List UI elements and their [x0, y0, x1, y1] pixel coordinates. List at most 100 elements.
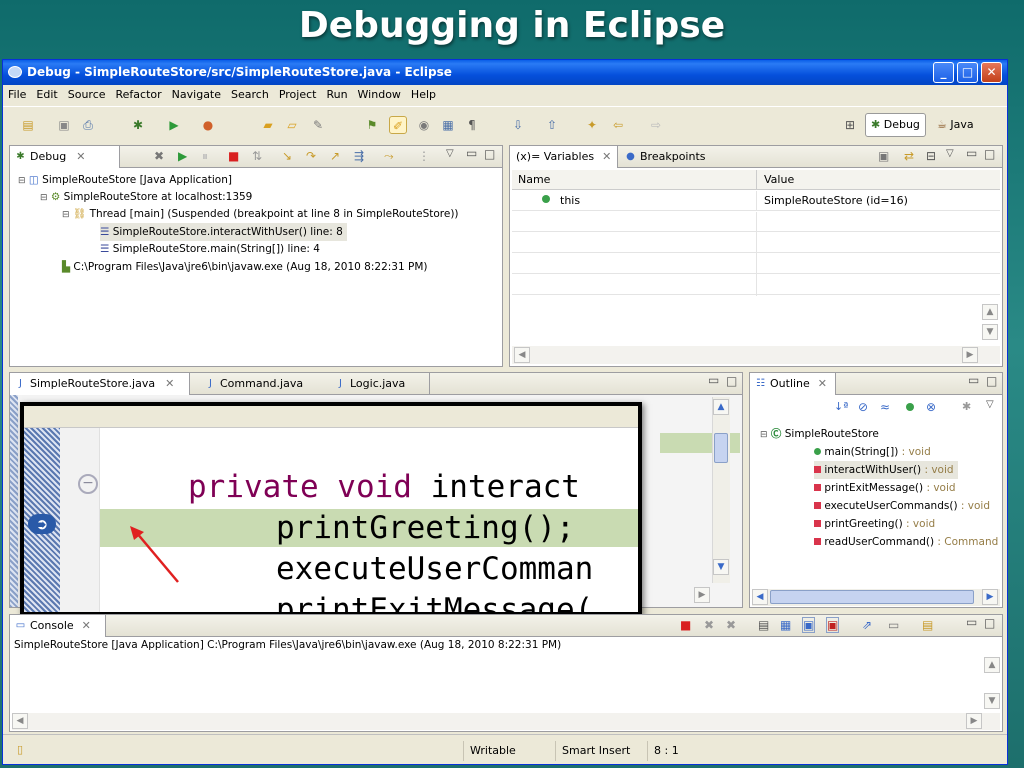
- step-over-icon[interactable]: ↷: [306, 149, 316, 163]
- tab-command-java[interactable]: J Command.java: [200, 373, 320, 395]
- hide-fields-icon[interactable]: ⊘: [858, 400, 868, 414]
- debug-view-icon[interactable]: ◉: [415, 116, 433, 134]
- tree-node-vm[interactable]: ⊟ ⚙ SimpleRouteStore at localhost:1359: [40, 188, 252, 206]
- close-tab-icon[interactable]: ✕: [602, 150, 611, 163]
- scroll-down-icon[interactable]: ▼: [713, 559, 729, 575]
- task-icon[interactable]: ⚑: [363, 116, 381, 134]
- col-name-header[interactable]: Name: [518, 173, 550, 186]
- remove-all-icon[interactable]: ✖: [726, 618, 736, 632]
- maximize-view-icon[interactable]: □: [726, 374, 737, 388]
- new-icon[interactable]: ▤: [19, 116, 37, 134]
- step-filters-icon[interactable]: ⤳: [384, 149, 394, 164]
- tab-variables[interactable]: (x)= Variables ✕: [510, 146, 618, 168]
- suspend-icon[interactable]: ⏸: [202, 149, 208, 164]
- horizontal-scrollbar[interactable]: ◀ ▶: [512, 346, 1000, 364]
- fold-icon[interactable]: −: [78, 474, 98, 494]
- collapse-all-icon[interactable]: ⊟: [926, 149, 936, 163]
- run-icon[interactable]: ▶: [165, 116, 183, 134]
- collapse-icon[interactable]: ⊟: [760, 430, 768, 440]
- scroll-up-icon[interactable]: ▲: [713, 399, 729, 415]
- maximize-view-icon[interactable]: □: [986, 374, 997, 388]
- debug-icon[interactable]: ✱: [129, 116, 147, 134]
- minimize-view-icon[interactable]: ▭: [966, 146, 977, 160]
- view-menu-icon[interactable]: ▽: [446, 148, 454, 159]
- col-value-header[interactable]: Value: [764, 173, 794, 186]
- scroll-right-icon[interactable]: ▶: [966, 713, 982, 729]
- minimize-view-icon[interactable]: ▭: [968, 373, 979, 387]
- tab-debug[interactable]: ✱ Debug ✕: [10, 146, 120, 168]
- scroll-right-icon[interactable]: ▶: [962, 347, 978, 363]
- open-type-icon[interactable]: ▱: [283, 116, 301, 134]
- minimize-view-icon[interactable]: ▭: [708, 373, 719, 387]
- collapse-icon[interactable]: ⊟: [18, 176, 26, 186]
- external-tools-icon[interactable]: ●: [199, 116, 217, 134]
- close-tab-icon[interactable]: ✕: [165, 377, 174, 390]
- menu-navigate[interactable]: Navigate: [167, 85, 226, 105]
- outline-method[interactable]: main(String[]) : void: [814, 443, 931, 461]
- tab-breakpoints[interactable]: ● Breakpoints: [620, 146, 716, 168]
- pin-console-icon[interactable]: ⇗: [862, 618, 872, 632]
- scroll-down-icon[interactable]: ▼: [982, 324, 998, 340]
- hide-nonpublic-icon[interactable]: [906, 401, 914, 414]
- collapse-icon[interactable]: ⊟: [40, 193, 48, 203]
- remove-launch-icon[interactable]: ✖: [704, 618, 714, 632]
- forward-icon[interactable]: ⇨: [647, 116, 665, 134]
- tree-node-thread[interactable]: ⊟ ⛓ Thread [main] (Suspended (breakpoint…: [62, 205, 459, 223]
- view-menu-icon[interactable]: ▽: [946, 148, 954, 159]
- scroll-thumb[interactable]: [770, 590, 974, 604]
- threads-icon[interactable]: ⋮: [418, 149, 430, 163]
- menu-file[interactable]: File: [3, 85, 31, 105]
- menu-run[interactable]: Run: [321, 85, 352, 105]
- print-icon[interactable]: ⎙: [79, 116, 97, 134]
- close-tab-icon[interactable]: ✕: [82, 619, 91, 632]
- open-console-icon[interactable]: ▤: [922, 618, 933, 632]
- close-tab-icon[interactable]: ✕: [818, 377, 827, 390]
- minimize-view-icon[interactable]: ▭: [966, 615, 977, 629]
- outline-method[interactable]: printGreeting() : void: [814, 515, 935, 533]
- save-icon[interactable]: ▣: [55, 116, 73, 134]
- menu-project[interactable]: Project: [274, 85, 322, 105]
- clear-console-icon[interactable]: ▤: [758, 618, 769, 632]
- scroll-left-icon[interactable]: ◀: [514, 347, 530, 363]
- block-selection-icon[interactable]: ▦: [439, 116, 457, 134]
- disconnect-icon[interactable]: ⇅: [252, 149, 262, 163]
- tree-node-process[interactable]: ▙ C:\Program Files\Java\jre6\bin\javaw.e…: [62, 258, 427, 276]
- show-logical-icon[interactable]: ⇄: [904, 149, 914, 163]
- minimize-button[interactable]: _: [933, 62, 954, 83]
- maximize-view-icon[interactable]: □: [984, 616, 995, 630]
- scroll-down-icon[interactable]: ▼: [984, 693, 1000, 709]
- hide-static-icon[interactable]: ≈: [880, 400, 890, 414]
- variable-row[interactable]: this SimpleRouteStore (id=16): [512, 191, 1000, 211]
- back-icon[interactable]: ⇦: [609, 116, 627, 134]
- close-tab-icon[interactable]: ✕: [76, 150, 85, 163]
- outline-hscrollbar[interactable]: ◀ ▶: [752, 589, 1000, 606]
- menu-help[interactable]: Help: [406, 85, 441, 105]
- stack-frame[interactable]: ☰ SimpleRouteStore.main(String[]) line: …: [100, 240, 320, 258]
- display-console-icon[interactable]: ▭: [888, 618, 899, 632]
- scroll-lock-icon[interactable]: ▦: [780, 618, 791, 632]
- outline-method[interactable]: printExitMessage() : void: [814, 479, 956, 497]
- focus-icon[interactable]: ✱: [962, 400, 971, 413]
- editor-scrollbar[interactable]: ▲ ▼: [712, 397, 730, 583]
- menu-edit[interactable]: Edit: [31, 85, 62, 105]
- menu-search[interactable]: Search: [226, 85, 274, 105]
- scroll-right-icon[interactable]: ▶: [694, 587, 710, 603]
- open-perspective-icon[interactable]: ⊞: [841, 116, 859, 134]
- java-perspective-button[interactable]: ☕ Java: [931, 113, 980, 137]
- next-annotation-icon[interactable]: ⇩: [509, 116, 527, 134]
- close-button[interactable]: ✕: [981, 62, 1002, 83]
- terminate-icon[interactable]: ■: [680, 618, 691, 632]
- minimize-view-icon[interactable]: ▭: [466, 146, 477, 160]
- whitespace-icon[interactable]: ¶: [463, 116, 481, 134]
- fast-view-icon[interactable]: ▯: [17, 743, 23, 756]
- show-type-names-icon[interactable]: ▣: [878, 149, 889, 163]
- remove-launches-icon[interactable]: ✖: [154, 149, 164, 163]
- tab-console[interactable]: ▭ Console ✕: [10, 615, 106, 637]
- maximize-view-icon[interactable]: □: [984, 147, 995, 161]
- scroll-up-icon[interactable]: ▲: [982, 304, 998, 320]
- tab-logic-java[interactable]: J Logic.java: [330, 373, 430, 395]
- prev-annotation-icon[interactable]: ⇧: [543, 116, 561, 134]
- open-folder-icon[interactable]: ▰: [259, 116, 277, 134]
- outline-method[interactable]: executeUserCommands() : void: [814, 497, 990, 515]
- show-stderr-icon[interactable]: ▣: [826, 617, 840, 633]
